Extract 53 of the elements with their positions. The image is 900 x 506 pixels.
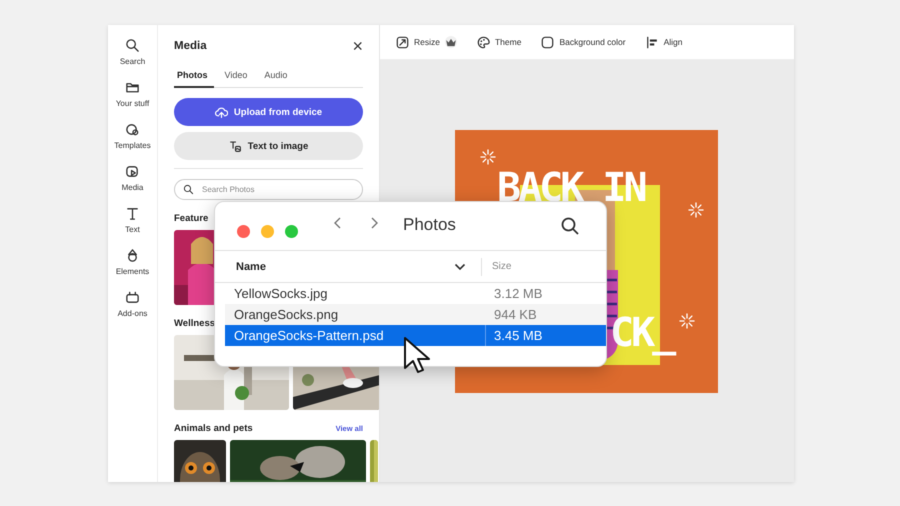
close-button[interactable]: × [352, 39, 363, 53]
media-icon [125, 164, 140, 179]
text-icon [125, 206, 140, 221]
palette-icon [476, 36, 490, 48]
file-size: 3.45 MB [493, 328, 542, 343]
sparkle-icon [679, 313, 695, 329]
tab[interactable]: Video [222, 70, 254, 88]
shapes-icon [125, 122, 140, 137]
file-size: 3.12 MB [493, 286, 542, 301]
toolbar-button[interactable]: Resize [396, 36, 457, 48]
align-icon [646, 36, 659, 48]
chevron-down-icon[interactable] [454, 262, 466, 270]
sparkle-icon [480, 149, 496, 165]
sidebar-item[interactable]: Templates [108, 122, 156, 150]
sidebar-item[interactable]: Your stuff [108, 80, 156, 108]
file-row[interactable]: OrangeSocks-Pattern.psd 3.45 MB [225, 325, 606, 346]
sidebar-item[interactable]: Search [108, 38, 156, 66]
file-name: OrangeSocks.png [233, 306, 340, 324]
section-title: Feature [174, 212, 208, 224]
search-field[interactable]: Search Photos [174, 179, 363, 200]
search-icon [183, 184, 194, 195]
panel-title: Media [174, 40, 207, 52]
sidebar-item[interactable]: Media [108, 164, 156, 192]
square-icon [541, 36, 554, 48]
file-row[interactable]: YellowSocks.jpg 3.12 MB [225, 283, 606, 304]
upload-button[interactable]: Upload from device [174, 98, 363, 126]
file-size: 944 KB [493, 307, 537, 322]
sparkle-icon [688, 202, 704, 218]
dialog-title: Photos [403, 215, 456, 235]
toolbar-button[interactable]: Align [646, 36, 683, 48]
cloud-upload-icon [214, 106, 228, 118]
resize-icon [396, 36, 409, 48]
file-name: YellowSocks.jpg [233, 285, 328, 303]
file-row[interactable]: OrangeSocks.png 944 KB [225, 304, 606, 325]
toolbar-button[interactable]: Background color [541, 36, 626, 48]
sidebar-item[interactable]: Text [108, 206, 156, 234]
column-header[interactable]: Name [236, 260, 266, 272]
sidebar-item[interactable]: Elements [108, 248, 156, 276]
text-image-icon [228, 140, 242, 152]
sidebar-item[interactable]: Add-ons [108, 290, 156, 318]
section-title: Animals and pets [174, 422, 253, 434]
shapes-icon [125, 248, 140, 263]
section-title: Wellness [174, 318, 216, 328]
folder-icon [125, 80, 140, 95]
search-icon [125, 38, 140, 53]
search-button[interactable] [560, 216, 580, 236]
close-light-icon[interactable] [237, 224, 250, 238]
box-icon [125, 290, 140, 305]
column-header[interactable]: Size [482, 261, 512, 272]
tab[interactable]: Audio [261, 70, 294, 88]
toolbar-button[interactable]: Theme [476, 36, 522, 48]
tab[interactable]: Photos [174, 70, 214, 88]
text-to-image-button[interactable]: Text to image [174, 132, 363, 160]
